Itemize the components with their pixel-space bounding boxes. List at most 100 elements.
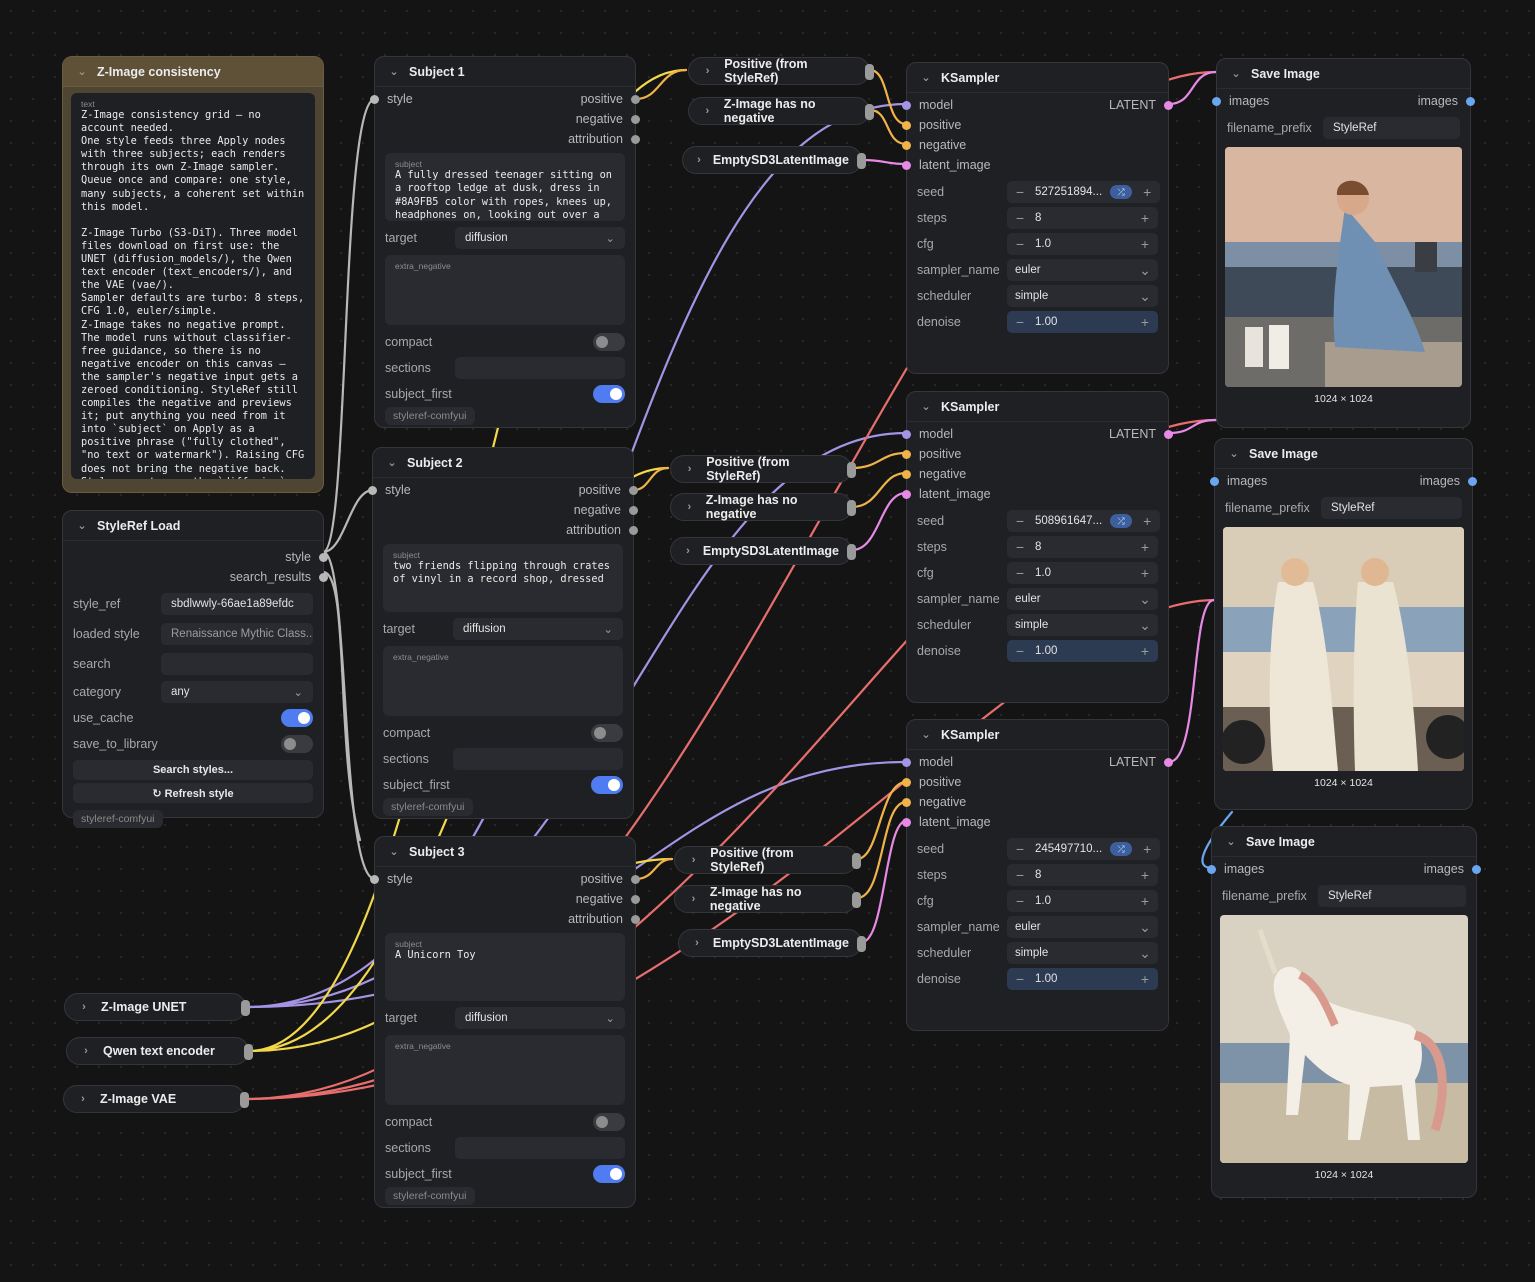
- latent-output-dot[interactable]: [1164, 430, 1173, 439]
- category-select[interactable]: any ⌄: [161, 681, 313, 703]
- model-input-dot[interactable]: [902, 101, 911, 110]
- sampler-name-widget[interactable]: sampler_name euler ⌄: [907, 914, 1168, 940]
- search-output-dot[interactable]: [319, 573, 328, 582]
- model-input-dot[interactable]: [902, 758, 911, 767]
- filename-prefix-field[interactable]: StyleRef: [1321, 497, 1462, 519]
- output-negative[interactable]: negative: [375, 109, 640, 129]
- input-images[interactable]: images images: [1210, 471, 1477, 491]
- subject-node-2[interactable]: ⌄ Subject 2 style positive negative attrib…: [368, 447, 638, 819]
- target-select[interactable]: diffusion ⌄: [453, 618, 623, 640]
- output-stub[interactable]: [865, 104, 874, 120]
- use-cache-widget[interactable]: use_cache: [63, 705, 323, 731]
- minus-icon[interactable]: −: [1013, 539, 1027, 555]
- plus-icon[interactable]: +: [1138, 236, 1152, 252]
- filename-prefix-widget[interactable]: filename_prefix StyleRef: [1215, 495, 1472, 521]
- shuffle-icon[interactable]: ⤮: [1110, 842, 1133, 856]
- seed-widget[interactable]: seed −508961647... ⤮ +: [907, 508, 1168, 534]
- subject-node-3[interactable]: ⌄ Subject 3 style positive negative attrib…: [370, 836, 640, 1208]
- output-style[interactable]: style: [63, 547, 328, 567]
- compact-toggle[interactable]: [591, 724, 623, 742]
- negative-output-dot[interactable]: [631, 115, 640, 124]
- minus-icon[interactable]: −: [1013, 236, 1027, 252]
- styleref-load-node[interactable]: ⌄ StyleRef Load style search_results sty…: [62, 510, 328, 828]
- subject-first-widget[interactable]: subject_first: [375, 1161, 635, 1187]
- note-textarea[interactable]: text Z-Image consistency grid — no accoun…: [71, 93, 315, 479]
- scheduler-widget[interactable]: scheduler simple ⌄: [907, 612, 1168, 638]
- subject-first-widget[interactable]: subject_first: [375, 381, 635, 407]
- ksampler-node-3[interactable]: ⌄ KSampler model LATENT positive negative …: [902, 719, 1173, 1031]
- positive-from-styleref-node[interactable]: › Positive (from StyleRef): [670, 455, 856, 483]
- style-input-dot[interactable]: [368, 486, 377, 495]
- preview-image[interactable]: [1220, 915, 1468, 1163]
- save-image-node-3[interactable]: ⌄ Save Image images images filename_prefix…: [1207, 826, 1481, 1198]
- use-cache-toggle[interactable]: [281, 709, 313, 727]
- target-widget[interactable]: target diffusion ⌄: [375, 225, 635, 251]
- latent-input-dot[interactable]: [902, 818, 911, 827]
- plus-icon[interactable]: +: [1138, 643, 1152, 659]
- chevron-down-icon[interactable]: ⌄: [387, 845, 401, 858]
- ksampler-header[interactable]: ⌄ KSampler: [907, 720, 1168, 750]
- empty-latent-node[interactable]: › EmptySD3LatentImage: [682, 146, 866, 174]
- attribution-output-dot[interactable]: [631, 135, 640, 144]
- z-image-vae-node[interactable]: › Z-Image VAE: [63, 1085, 249, 1113]
- empty-latent-node[interactable]: › EmptySD3LatentImage: [678, 929, 866, 957]
- negative-input-dot[interactable]: [902, 141, 911, 150]
- scheduler-select[interactable]: simple ⌄: [1007, 614, 1158, 636]
- plus-icon[interactable]: +: [1138, 210, 1152, 226]
- sections-widget[interactable]: sections: [373, 746, 633, 772]
- cfg-stepper[interactable]: −1.0 +: [1007, 562, 1158, 584]
- model-input-dot[interactable]: [902, 430, 911, 439]
- filename-prefix-field[interactable]: StyleRef: [1323, 117, 1460, 139]
- output-attribution[interactable]: attribution: [373, 520, 638, 540]
- filename-prefix-widget[interactable]: filename_prefix StyleRef: [1217, 115, 1470, 141]
- extra-negative-textarea[interactable]: extra_negative: [385, 255, 625, 325]
- chevron-right-icon[interactable]: ›: [691, 937, 703, 949]
- sampler-name-widget[interactable]: sampler_name euler ⌄: [907, 586, 1168, 612]
- output-stub[interactable]: [847, 500, 856, 516]
- output-negative[interactable]: negative: [373, 500, 638, 520]
- subject-first-widget[interactable]: subject_first: [373, 772, 633, 798]
- style-output-dot[interactable]: [319, 553, 328, 562]
- input-style[interactable]: style positive: [370, 869, 640, 889]
- styleref-load-header[interactable]: ⌄ StyleRef Load: [63, 511, 323, 541]
- seed-stepper[interactable]: −245497710... ⤮ +: [1007, 838, 1161, 860]
- compact-widget[interactable]: compact: [375, 329, 635, 355]
- input-model[interactable]: model LATENT: [902, 752, 1173, 772]
- negative-input-dot[interactable]: [902, 470, 911, 479]
- save-image-header[interactable]: ⌄ Save Image: [1215, 439, 1472, 469]
- minus-icon[interactable]: −: [1013, 841, 1027, 857]
- minus-icon[interactable]: −: [1013, 971, 1027, 987]
- sampler-name-widget[interactable]: sampler_name euler ⌄: [907, 257, 1168, 283]
- positive-output-dot[interactable]: [629, 486, 638, 495]
- cfg-stepper[interactable]: −1.0 +: [1007, 890, 1158, 912]
- chevron-down-icon[interactable]: ⌄: [387, 65, 401, 78]
- preview-image[interactable]: [1225, 147, 1462, 387]
- target-widget[interactable]: target diffusion ⌄: [373, 616, 633, 642]
- save-library-widget[interactable]: save_to_library: [63, 731, 323, 757]
- subject-textarea[interactable]: subject A Unicorn Toy: [385, 933, 625, 1001]
- latent-output-dot[interactable]: [1164, 758, 1173, 767]
- latent-output-dot[interactable]: [1164, 101, 1173, 110]
- refresh-style-button[interactable]: ↻ Refresh style: [73, 783, 313, 803]
- chevron-down-icon[interactable]: ⌄: [1229, 67, 1243, 80]
- latent-input-dot[interactable]: [902, 161, 911, 170]
- output-attribution[interactable]: attribution: [375, 909, 640, 929]
- denoise-widget[interactable]: denoise −1.00 +: [907, 309, 1168, 335]
- minus-icon[interactable]: −: [1013, 210, 1027, 226]
- negative-output-dot[interactable]: [631, 895, 640, 904]
- save-image-node-2[interactable]: ⌄ Save Image images images filename_prefix…: [1210, 438, 1477, 810]
- chevron-down-icon[interactable]: ⌄: [385, 456, 399, 469]
- images-output-dot[interactable]: [1472, 865, 1481, 874]
- images-input-dot[interactable]: [1207, 865, 1216, 874]
- chevron-right-icon[interactable]: ›: [77, 1001, 91, 1013]
- steps-stepper[interactable]: −8 +: [1007, 864, 1158, 886]
- positive-output-dot[interactable]: [631, 875, 640, 884]
- input-negative[interactable]: negative: [902, 792, 1168, 812]
- chevron-right-icon[interactable]: ›: [683, 501, 696, 513]
- denoise-widget[interactable]: denoise −1.00 +: [907, 638, 1168, 664]
- chevron-down-icon[interactable]: ⌄: [75, 519, 89, 532]
- compact-widget[interactable]: compact: [375, 1109, 635, 1135]
- denoise-slider[interactable]: −1.00 +: [1007, 640, 1158, 662]
- style-ref-widget[interactable]: style_ref sbdlwwly-66ae1a89efdc: [63, 591, 323, 617]
- chevron-down-icon[interactable]: ⌄: [75, 65, 89, 78]
